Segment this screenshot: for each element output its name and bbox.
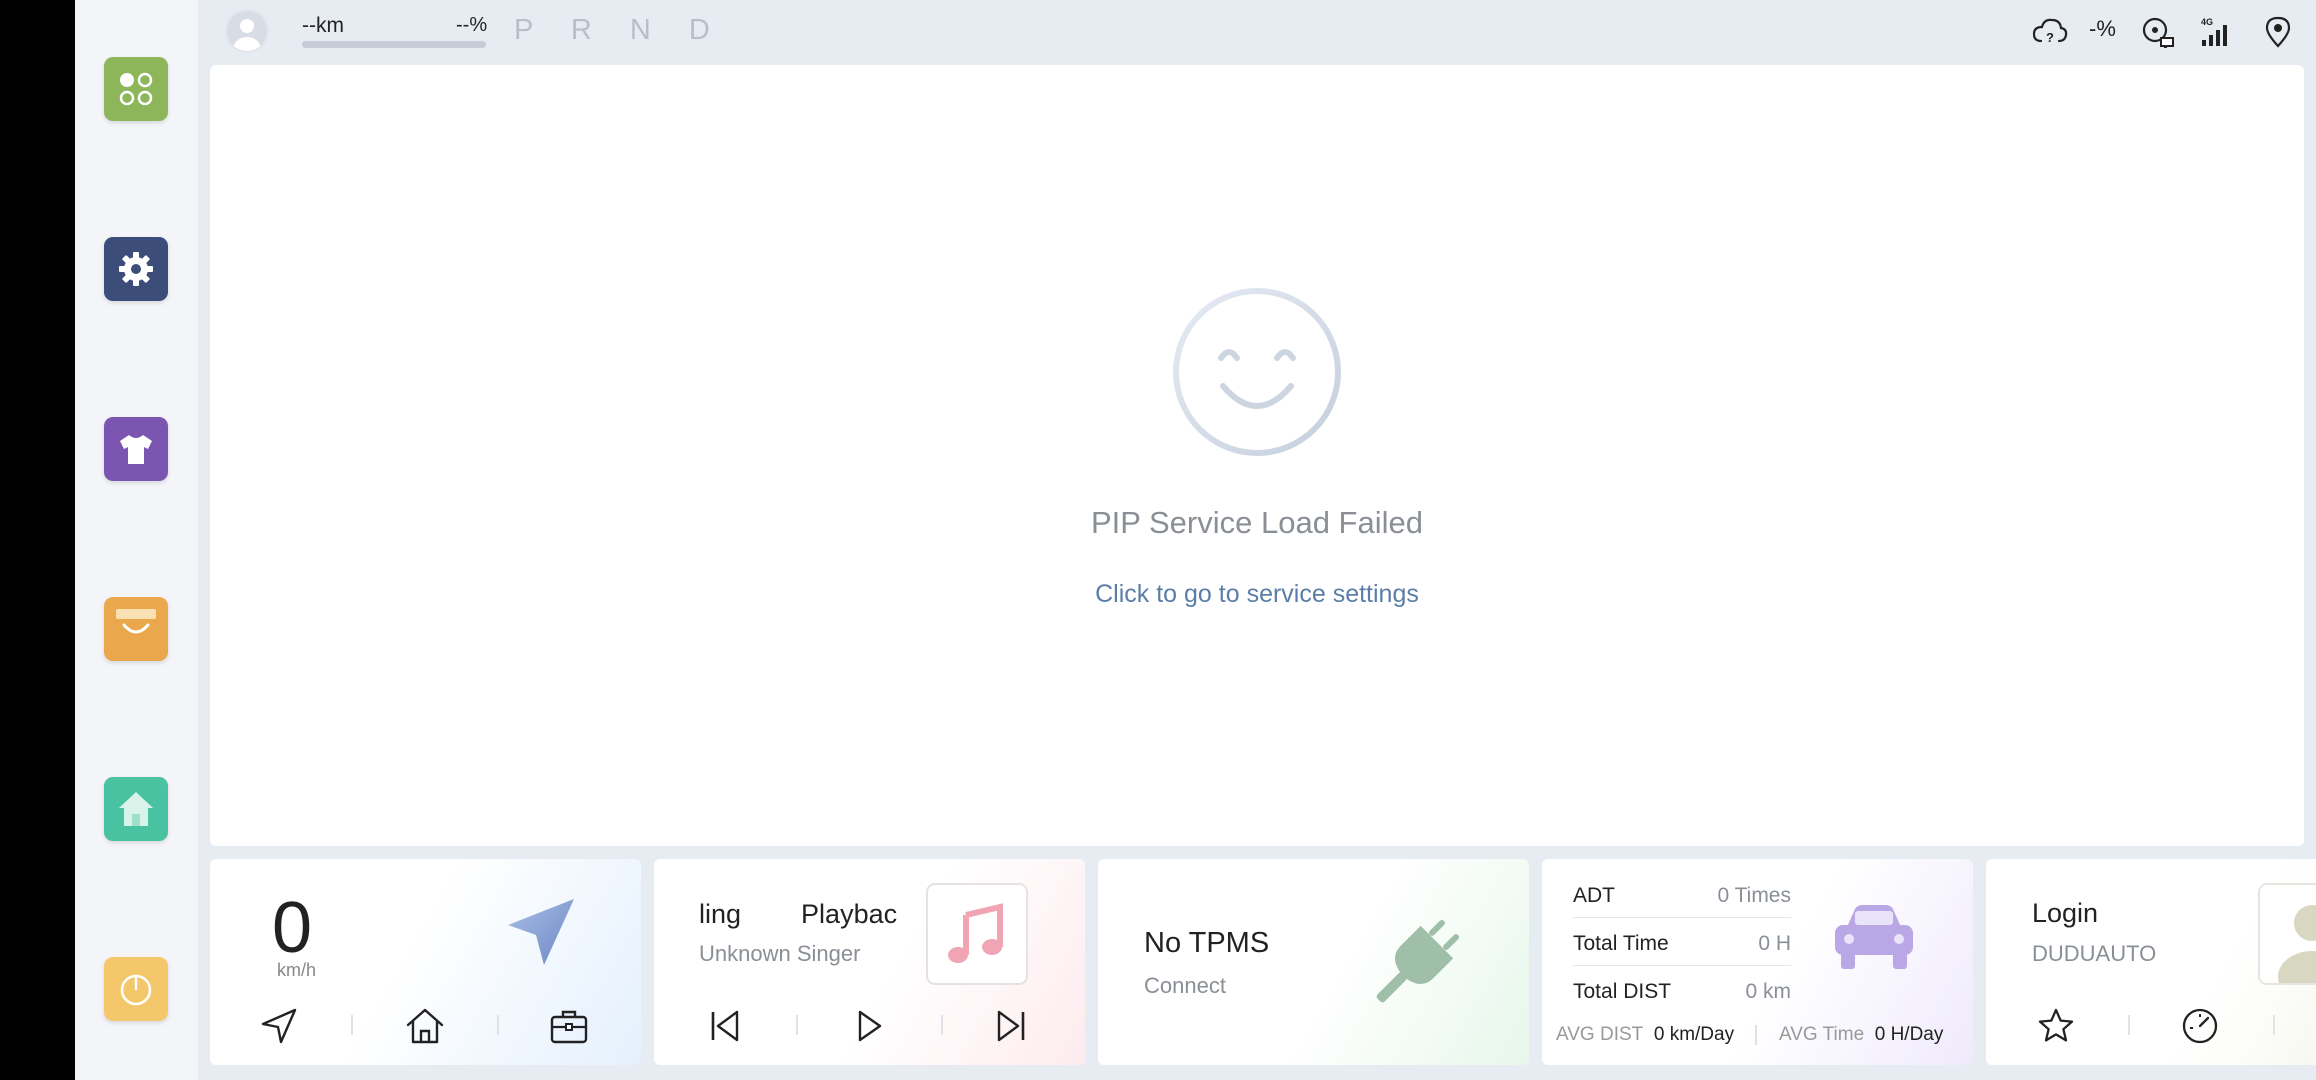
svg-text:?: ?	[2046, 30, 2054, 45]
avg-time-value: 0 H/Day	[1874, 1024, 1944, 1045]
apps-grid-icon	[119, 72, 153, 106]
play-icon	[858, 1010, 882, 1042]
shopping-bag-icon	[116, 609, 156, 634]
power-icon	[120, 974, 152, 1006]
stat-row-total-time: Total Time 0 H	[1573, 932, 1791, 956]
screen: --km --% P R N D ? -% 4G PIP Service Loa…	[75, 0, 2316, 1080]
stat-row-adt: ADT 0 Times	[1573, 884, 1791, 908]
stat-row-total-dist: Total DIST 0 km	[1573, 980, 1791, 1004]
store-app-button[interactable]	[104, 597, 168, 661]
stat-label: Total Time	[1573, 932, 1669, 955]
next-track-button[interactable]	[987, 1001, 1037, 1051]
steering-wheel-icon[interactable]	[2138, 14, 2178, 50]
skip-previous-icon	[711, 1010, 739, 1042]
speed-value: 0	[272, 888, 313, 968]
navigation-arrow-icon	[508, 899, 574, 965]
skip-next-icon	[997, 1010, 1025, 1042]
login-title[interactable]: Login	[2032, 898, 2098, 929]
navigation-widget[interactable]: 0 km/h	[210, 859, 641, 1065]
divider	[351, 1015, 353, 1035]
gear-icon	[119, 252, 153, 286]
login-widget[interactable]: Login DUDUAUTO	[1986, 859, 2316, 1065]
avg-dist: AVG DIST 0 km/Day	[1556, 1024, 1734, 1046]
stat-value: 0 km	[1745, 980, 1791, 1003]
driving-stats-widget[interactable]: ADT 0 Times Total Time 0 H Total DIST 0 …	[1542, 859, 1973, 1065]
signal-4g-icon: 4G	[2196, 14, 2232, 50]
avg-time-label: AVG Time	[1779, 1024, 1865, 1045]
stat-label: Total DIST	[1573, 980, 1672, 1003]
favorite-button[interactable]	[2031, 1001, 2081, 1051]
speedometer-icon	[2182, 1008, 2218, 1044]
divider	[1755, 1025, 1757, 1045]
login-avatar[interactable]	[2258, 883, 2316, 985]
work-nav-button[interactable]	[544, 1001, 594, 1051]
user-silhouette-icon	[234, 19, 260, 51]
pip-error-title: PIP Service Load Failed	[1090, 505, 1423, 540]
gear-indicator: P R N D	[514, 14, 725, 46]
tshirt-icon	[120, 435, 152, 464]
briefcase-icon	[550, 1010, 588, 1044]
avg-time: AVG Time 0 H/Day	[1779, 1024, 1943, 1046]
album-art[interactable]	[926, 883, 1028, 985]
music-widget[interactable]: ling Playbac Unknown Singer	[654, 859, 1085, 1065]
smiley-face-icon	[1173, 288, 1341, 456]
tpms-connect-label[interactable]: Connect	[1144, 973, 1226, 999]
pip-card: PIP Service Load Failed Click to go to s…	[210, 65, 2304, 846]
home-nav-button[interactable]	[400, 1001, 450, 1051]
settings-app-button[interactable]	[104, 237, 168, 301]
app-sidebar	[75, 0, 198, 1080]
user-icon	[2278, 905, 2316, 983]
divider	[497, 1015, 499, 1035]
range-readout: --km	[302, 14, 344, 37]
location-arrow-icon	[261, 1008, 297, 1044]
stat-label: ADT	[1573, 884, 1615, 907]
house-icon	[119, 792, 153, 826]
stat-value: 0 Times	[1717, 884, 1791, 907]
dashboard-button[interactable]	[2175, 1001, 2225, 1051]
tpms-widget[interactable]: No TPMS Connect	[1098, 859, 1529, 1065]
avg-dist-label: AVG DIST	[1556, 1024, 1644, 1045]
car-icon	[1835, 905, 1913, 969]
navigate-button[interactable]	[254, 1001, 304, 1051]
divider	[2128, 1015, 2130, 1035]
range-bar	[302, 41, 486, 48]
cloud-question-icon[interactable]: ?	[2030, 14, 2070, 50]
avatar[interactable]	[225, 9, 269, 53]
power-app-button[interactable]	[104, 957, 168, 1021]
singer-name: Unknown Singer	[699, 941, 861, 966]
song-title: ling Playbac	[699, 899, 898, 929]
divider	[941, 1015, 943, 1035]
status-bar: --km --% P R N D ? -% 4G	[198, 0, 2316, 64]
avg-dist-value: 0 km/Day	[1653, 1024, 1735, 1045]
tpms-title: No TPMS	[1144, 927, 1270, 959]
play-button[interactable]	[843, 1001, 893, 1051]
speed-unit: km/h	[277, 960, 317, 980]
cloud-percent: -%	[2089, 16, 2116, 41]
divider	[1573, 917, 1791, 918]
previous-track-button[interactable]	[699, 1001, 749, 1051]
stat-value: 0 H	[1758, 932, 1791, 955]
home-icon	[406, 1008, 444, 1044]
star-icon	[2038, 1008, 2074, 1042]
svg-text:4G: 4G	[2201, 17, 2213, 27]
location-pin-icon[interactable]	[2260, 14, 2296, 50]
divider	[2273, 1015, 2275, 1035]
divider	[1573, 965, 1791, 966]
plug-icon	[1376, 919, 1460, 1003]
battery-readout: --%	[456, 14, 488, 36]
themes-app-button[interactable]	[104, 417, 168, 481]
home-app-button[interactable]	[104, 777, 168, 841]
divider	[796, 1015, 798, 1035]
music-note-icon	[948, 903, 1003, 963]
service-settings-link[interactable]: Click to go to service settings	[210, 580, 2304, 609]
login-brand: DUDUAUTO	[2032, 941, 2157, 966]
apps-grid-button[interactable]	[104, 57, 168, 121]
